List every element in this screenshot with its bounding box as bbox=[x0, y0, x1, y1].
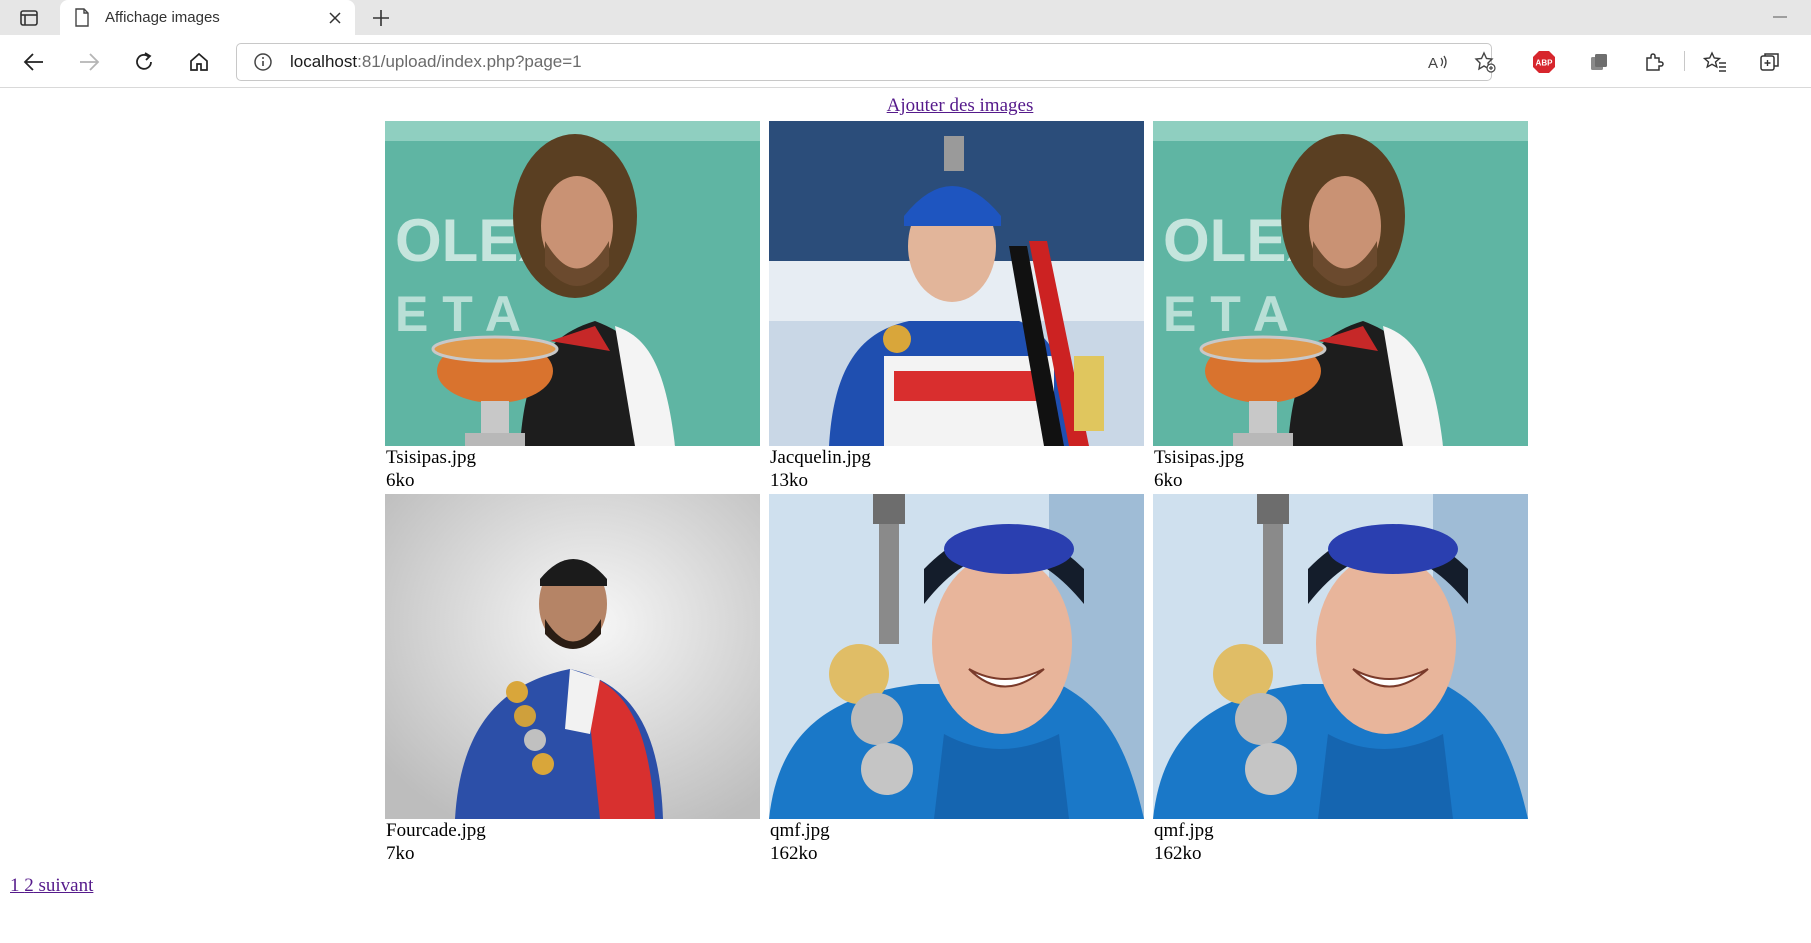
jacquelin-photo[interactable] bbox=[769, 121, 1144, 446]
new-tab-icon[interactable] bbox=[369, 6, 393, 30]
tab-actions-icon[interactable] bbox=[18, 7, 40, 29]
gallery-item: OLEX E T A Tsisipas.jpg 6ko bbox=[385, 121, 760, 492]
image-filename: qmf.jpg bbox=[770, 820, 830, 841]
forward-icon[interactable] bbox=[75, 48, 103, 76]
active-tab[interactable]: Affichage images bbox=[60, 0, 355, 35]
extension-pages-icon[interactable] bbox=[1585, 48, 1613, 76]
tab-title: Affichage images bbox=[105, 9, 220, 26]
svg-text:E T A: E T A bbox=[395, 286, 521, 342]
next-page-label: suivant bbox=[38, 875, 94, 896]
gallery-item: qmf.jpg 162ko bbox=[1153, 494, 1528, 865]
image-size: 6ko bbox=[1154, 470, 1183, 491]
image-filename: Tsisipas.jpg bbox=[1154, 447, 1244, 468]
adblock-plus-icon[interactable]: ABP bbox=[1530, 48, 1558, 76]
url-host: localhost bbox=[290, 52, 358, 71]
extensions-icon[interactable] bbox=[1640, 48, 1668, 76]
close-tab-icon[interactable] bbox=[326, 9, 344, 27]
page-1-link[interactable]: 1 bbox=[10, 875, 20, 896]
refresh-icon[interactable] bbox=[130, 48, 158, 76]
page-2-label: 2 bbox=[24, 875, 34, 896]
read-aloud-icon[interactable]: A bbox=[1427, 51, 1449, 73]
image-filename: qmf.jpg bbox=[1154, 820, 1214, 841]
image-filename: Fourcade.jpg bbox=[386, 820, 486, 841]
address-bar[interactable]: localhost:81/upload/index.php?page=1 A bbox=[236, 43, 1496, 81]
image-gallery: OLEX E T A Tsisipas.jpg 6ko Jacquelin.jp… bbox=[385, 121, 1535, 865]
tab-strip: Affichage images bbox=[0, 0, 1811, 35]
image-size: 6ko bbox=[386, 470, 415, 491]
browser-toolbar: localhost:81/upload/index.php?page=1 A A… bbox=[0, 35, 1811, 88]
site-info-icon[interactable] bbox=[253, 52, 273, 72]
gallery-item: qmf.jpg 162ko bbox=[769, 494, 1144, 865]
image-filename: Jacquelin.jpg bbox=[770, 447, 871, 468]
pagination: 1 2 suivant bbox=[10, 875, 93, 897]
url-text[interactable]: localhost:81/upload/index.php?page=1 bbox=[290, 52, 582, 72]
image-size: 7ko bbox=[386, 843, 415, 864]
svg-text:E T A: E T A bbox=[1163, 286, 1289, 342]
toolbar-separator bbox=[1684, 51, 1685, 71]
qmf-photo[interactable] bbox=[1153, 494, 1528, 819]
image-size: 162ko bbox=[770, 843, 818, 864]
minimize-icon[interactable] bbox=[1768, 7, 1792, 27]
home-icon[interactable] bbox=[185, 48, 213, 76]
tsitsipas-photo[interactable]: OLEX E T A bbox=[1153, 121, 1528, 446]
page-2-link[interactable]: 2 bbox=[20, 875, 34, 896]
back-icon[interactable] bbox=[20, 48, 48, 76]
gallery-item: Fourcade.jpg 7ko bbox=[385, 494, 760, 865]
fourcade-photo[interactable] bbox=[385, 494, 760, 819]
next-page-link[interactable]: suivant bbox=[34, 875, 94, 896]
abp-label: ABP bbox=[1536, 59, 1554, 68]
add-favorite-icon[interactable] bbox=[1474, 51, 1496, 73]
image-size: 13ko bbox=[770, 470, 808, 491]
svg-text:A: A bbox=[1428, 55, 1438, 72]
qmf-photo[interactable] bbox=[769, 494, 1144, 819]
url-path: :81/upload/index.php?page=1 bbox=[357, 52, 582, 71]
tsitsipas-photo[interactable]: OLEX E T A bbox=[385, 121, 760, 446]
page-icon bbox=[74, 8, 92, 28]
gallery-item: OLEX E T A Tsisipas.jpg 6ko bbox=[1153, 121, 1528, 492]
add-images-link[interactable]: Ajouter des images bbox=[0, 95, 1811, 117]
image-size: 162ko bbox=[1154, 843, 1202, 864]
favorites-icon[interactable] bbox=[1701, 48, 1729, 76]
collections-icon[interactable] bbox=[1756, 48, 1784, 76]
image-filename: Tsisipas.jpg bbox=[386, 447, 476, 468]
gallery-item: Jacquelin.jpg 13ko bbox=[769, 121, 1144, 492]
